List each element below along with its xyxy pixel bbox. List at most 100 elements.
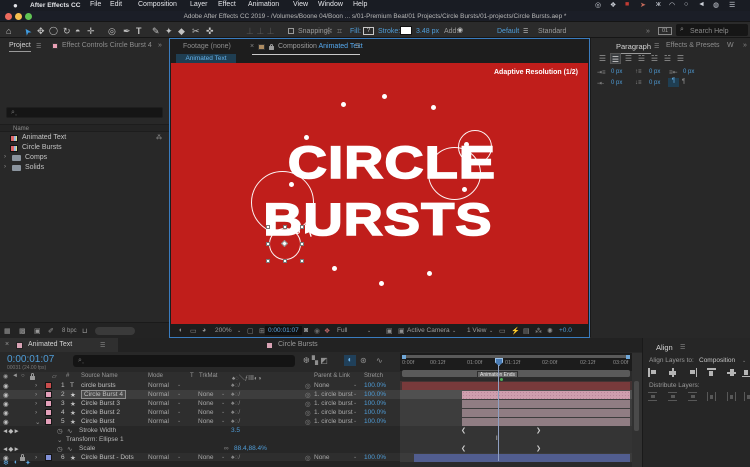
- timeline-menu-icon[interactable]: ☰: [100, 342, 105, 349]
- snapshot-icon[interactable]: ◙: [304, 327, 308, 334]
- distribute-hcenter-button[interactable]: [727, 392, 736, 401]
- mode-dropdown[interactable]: Normal: [148, 400, 169, 407]
- zoom-level-dropdown[interactable]: 200%: [215, 327, 232, 334]
- close-tab-icon[interactable]: ×: [5, 341, 9, 348]
- layer-switches[interactable]: ♠◌/: [231, 418, 240, 425]
- resolution-dropdown[interactable]: Full: [337, 327, 347, 334]
- timeline-search-box[interactable]: ⌕˯: [73, 355, 295, 367]
- eye-icon[interactable]: ◉: [3, 418, 9, 426]
- stroke-label[interactable]: Stroke:: [378, 28, 400, 35]
- mode-dropdown[interactable]: Normal: [148, 418, 169, 425]
- camera-arrow[interactable]: ⌄: [452, 328, 456, 334]
- expand-icon[interactable]: ›: [35, 391, 37, 398]
- tab-effect-controls[interactable]: Effect Controls Circle Burst 4: [62, 42, 152, 49]
- resolution-arrow[interactable]: ⌄: [367, 328, 371, 334]
- navigator-end-handle[interactable]: [626, 354, 630, 359]
- zoom-dropdown-arrow[interactable]: ⌄: [237, 328, 241, 334]
- grid-icon[interactable]: ⌗: [337, 26, 342, 37]
- scrollbar-thumb[interactable]: [634, 381, 639, 431]
- wifi-icon[interactable]: ◠: [669, 1, 675, 9]
- selection-tool[interactable]: ➤: [21, 25, 34, 38]
- track-bar-4[interactable]: [462, 408, 630, 417]
- justify-all-button[interactable]: ☰: [675, 53, 686, 64]
- type-tool[interactable]: T: [136, 26, 142, 36]
- stamp-tool[interactable]: ✦: [165, 26, 173, 37]
- fill-swatch[interactable]: ?: [363, 26, 374, 35]
- list-icon[interactable]: ☰: [729, 1, 735, 9]
- composite-toggle-icons[interactable]: ❆ ▚ ◩: [303, 356, 328, 365]
- trkmat-dropdown[interactable]: None: [198, 418, 214, 425]
- layer-switches[interactable]: ♠◌/: [231, 454, 240, 461]
- layer-color-chip[interactable]: [45, 409, 52, 416]
- mode-dropdown[interactable]: Normal: [148, 391, 169, 398]
- tab-w[interactable]: W: [727, 42, 734, 49]
- layer-color-chip[interactable]: [45, 418, 52, 425]
- shy-toggle[interactable]: ❄: [3, 459, 9, 467]
- shape-tool[interactable]: ◎: [108, 26, 116, 37]
- rotobrush-tool[interactable]: ✂: [192, 26, 200, 37]
- stroke-width-value[interactable]: 3.48 px: [416, 28, 439, 35]
- property-row-stroke-width[interactable]: ◄◆► ◷ ∿ Stroke Width 3.5: [0, 426, 400, 435]
- comp-menu-icon[interactable]: ☰: [355, 43, 360, 50]
- workspace-default[interactable]: Default: [497, 28, 519, 35]
- project-item-comps[interactable]: › Comps: [0, 153, 169, 163]
- timeline-timecode[interactable]: 0:00:01:07: [7, 354, 54, 365]
- property-row-scale[interactable]: ◄◆► ◷ ∿ Scale ∞ 88.4,88.4%: [0, 444, 400, 453]
- time-ruler[interactable]: 0:00f 00:12f 01:00f 01:12f 02:00f 02:12f…: [400, 353, 632, 371]
- cs-badge[interactable]: 01: [658, 26, 672, 35]
- pan-tool[interactable]: ✛: [87, 26, 95, 37]
- tab-project[interactable]: Project: [9, 42, 31, 52]
- justify-last-right-button[interactable]: ☱: [662, 53, 673, 64]
- tab-footage[interactable]: Footage (none): [183, 43, 231, 50]
- align-left-layers-button[interactable]: [648, 368, 657, 377]
- scale-value[interactable]: 88.4,88.4%: [234, 445, 267, 452]
- workspace-standard[interactable]: Standard: [538, 28, 566, 35]
- distribute-right-button[interactable]: [744, 392, 750, 401]
- puppet-tool[interactable]: ✜: [206, 26, 214, 37]
- motion-blur-bottom-toggle[interactable]: ✦: [25, 459, 31, 467]
- align-center-button[interactable]: ☰: [610, 53, 621, 64]
- collapse-icon[interactable]: ⌄: [35, 418, 40, 426]
- stroke-width-value[interactable]: 3.5: [231, 427, 240, 434]
- orbit-tool[interactable]: ↻: [63, 26, 71, 37]
- volume-icon[interactable]: ◄: [698, 1, 705, 8]
- right-tab-overflow[interactable]: »: [743, 42, 747, 49]
- layer-switches[interactable]: ♠◌/: [231, 391, 240, 398]
- comp-timecode[interactable]: 0:00:01:07: [265, 326, 302, 335]
- lock-icon[interactable]: [269, 43, 274, 50]
- eye-icon[interactable]: ◉: [3, 400, 9, 408]
- layer-color-chip[interactable]: [45, 382, 52, 389]
- layer-row-5[interactable]: ◉ ⌄ 5 ★ Circle Burst Normal ⌄ None ⌄ ♠◌/ ◎…: [0, 417, 400, 426]
- camera-dropdown[interactable]: Active Camera: [407, 327, 450, 334]
- snapping-checkbox[interactable]: [288, 28, 294, 34]
- zoom-tool[interactable]: ◯: [49, 26, 58, 35]
- motion-blur-toggle[interactable]: ◐: [344, 355, 356, 366]
- selection-handle[interactable]: [266, 225, 270, 229]
- viewer-animated-text-button[interactable]: Animated Text: [176, 54, 236, 63]
- main-display-icon[interactable]: ▭: [190, 327, 197, 335]
- parent-dropdown[interactable]: 1. circle burst: [314, 391, 353, 398]
- expand-icon[interactable]: ›: [35, 409, 37, 416]
- eye-icon[interactable]: ◉: [3, 409, 9, 417]
- stopwatch-icon[interactable]: ◷: [57, 445, 63, 453]
- brush-tool[interactable]: ✎: [152, 26, 160, 37]
- playhead-line[interactable]: [498, 358, 499, 461]
- toolbar-overflow[interactable]: »: [646, 28, 650, 35]
- track-bar-1[interactable]: [402, 381, 630, 390]
- cc-icon[interactable]: ❖: [610, 1, 616, 9]
- bluetooth-icon[interactable]: ж: [656, 1, 661, 8]
- stopwatch-icon[interactable]: ◷: [57, 427, 63, 435]
- rocket-icon[interactable]: ➤: [640, 1, 646, 9]
- menu-edit[interactable]: Edit: [110, 1, 122, 8]
- selection-handle[interactable]: [266, 242, 270, 246]
- selection-handle[interactable]: [300, 259, 304, 263]
- layer-row-3[interactable]: ◉ › 3 ★ Circle Burst 3 Normal ⌄ None ⌄ ♠◌/…: [0, 399, 400, 408]
- interpret-footage-icon[interactable]: ▦: [4, 327, 11, 335]
- safe-margins-icon[interactable]: ⊞: [259, 327, 265, 335]
- layer-row-4[interactable]: ◉ › 4 ★ Circle Burst 2 Normal ⌄ None ⌄ ♠◌/…: [0, 408, 400, 417]
- composition-viewport[interactable]: Adaptive Resolution (1/2) CIRCLE BURSTS: [171, 63, 588, 324]
- track-scrollbar[interactable]: [632, 353, 642, 467]
- spotlight-icon[interactable]: ○: [684, 1, 688, 8]
- align-menu-icon[interactable]: ☰: [680, 344, 685, 351]
- align-vcenter-layers-button[interactable]: [727, 368, 736, 377]
